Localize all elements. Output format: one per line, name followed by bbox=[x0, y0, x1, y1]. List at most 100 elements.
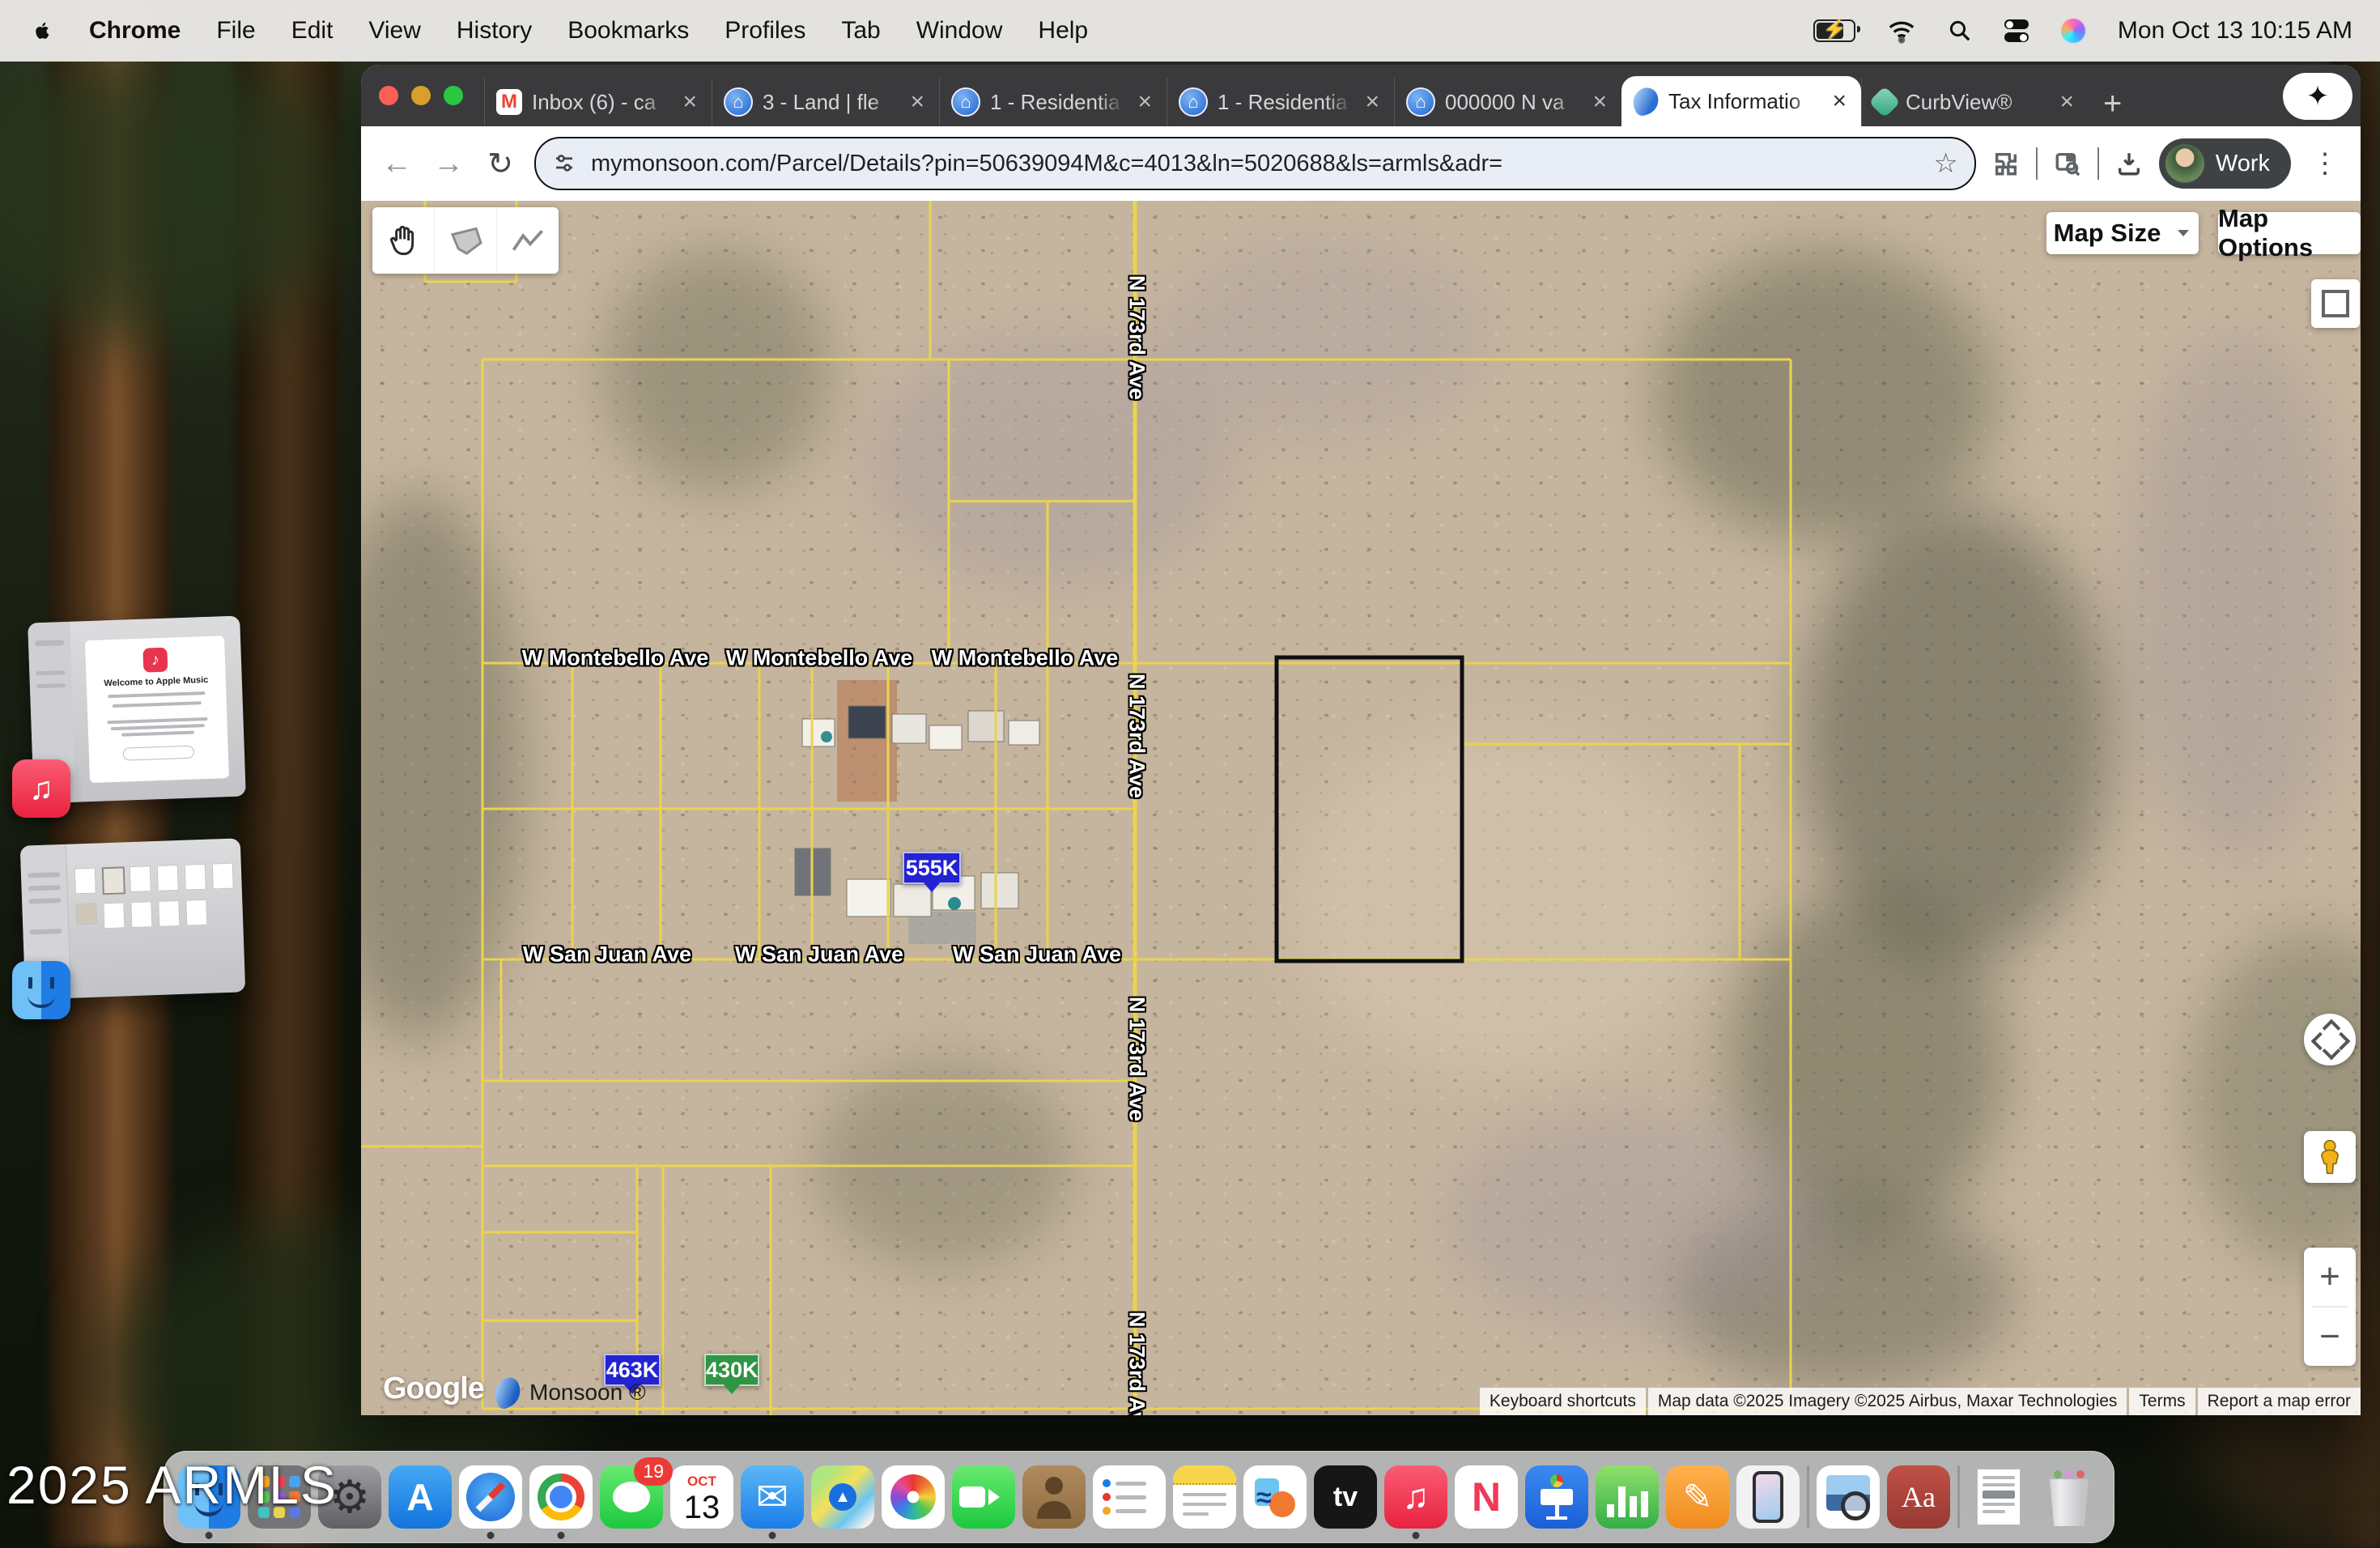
messages-badge: 19 bbox=[634, 1457, 673, 1486]
terms-link[interactable]: Terms bbox=[2129, 1388, 2195, 1415]
dock-recent-document-icon[interactable] bbox=[1967, 1465, 2030, 1529]
back-button[interactable]: ← bbox=[379, 147, 414, 181]
menu-item-bookmarks[interactable]: Bookmarks bbox=[567, 17, 689, 45]
minimize-window-button[interactable] bbox=[411, 86, 431, 105]
url-text[interactable]: mymonsoon.com/Parcel/Details?pin=5063909… bbox=[591, 151, 1919, 177]
dock-safari-icon[interactable] bbox=[459, 1465, 522, 1529]
price-marker-555k[interactable]: 555K bbox=[903, 852, 961, 884]
battery-icon[interactable]: ⚡ bbox=[1813, 19, 1855, 42]
dock-freeform-icon[interactable]: ≈ bbox=[1243, 1465, 1307, 1529]
address-bar[interactable]: mymonsoon.com/Parcel/Details?pin=5063909… bbox=[534, 137, 1976, 190]
dock-news-icon[interactable]: N bbox=[1455, 1465, 1518, 1529]
menu-clock[interactable]: Mon Oct 13 10:15 AM bbox=[2118, 17, 2352, 45]
finder-dock-badge-icon[interactable] bbox=[12, 961, 70, 1019]
tab-close-icon[interactable]: × bbox=[679, 88, 700, 116]
downloads-icon[interactable] bbox=[2115, 150, 2143, 177]
dock-mail-icon[interactable]: ✉ bbox=[741, 1465, 804, 1529]
close-window-button[interactable] bbox=[379, 86, 398, 105]
tab-close-icon[interactable]: × bbox=[1362, 88, 1383, 116]
dock-messages-icon[interactable]: 19 bbox=[600, 1465, 663, 1529]
keyboard-shortcuts-link[interactable]: Keyboard shortcuts bbox=[1480, 1388, 1646, 1415]
tab-close-icon[interactable]: × bbox=[907, 88, 928, 116]
parcel-map[interactable]: W Montebello Ave W Montebello Ave W Mont… bbox=[361, 201, 2361, 1415]
dock-numbers-icon[interactable] bbox=[1596, 1465, 1659, 1529]
fullscreen-button[interactable] bbox=[2311, 279, 2360, 328]
map-options-button[interactable]: Map Options bbox=[2218, 212, 2361, 254]
site-settings-icon[interactable] bbox=[552, 151, 576, 176]
street-view-pegman[interactable] bbox=[2304, 1131, 2356, 1183]
tab-close-icon[interactable]: × bbox=[1829, 87, 1850, 115]
reload-button[interactable]: ↻ bbox=[482, 146, 518, 182]
tab-close-icon[interactable]: × bbox=[1134, 88, 1155, 116]
draw-line-tool[interactable] bbox=[496, 207, 559, 274]
listing-pin-icon: ⌂ bbox=[1406, 87, 1435, 117]
siri-icon[interactable] bbox=[2061, 19, 2085, 43]
tab-land-search[interactable]: ⌂ 3 - Land | fle × bbox=[712, 78, 939, 126]
map-data-text: Map data ©2025 Imagery ©2025 Airbus, Max… bbox=[1648, 1388, 2127, 1415]
dock-separator bbox=[1957, 1465, 1960, 1529]
dock-app-store-icon[interactable]: A bbox=[389, 1465, 452, 1529]
menu-item-history[interactable]: History bbox=[457, 17, 532, 45]
dock-reminders-icon[interactable] bbox=[1093, 1465, 1166, 1529]
page-search-icon[interactable] bbox=[2054, 150, 2081, 177]
dock-iphone-mirroring-icon[interactable] bbox=[1736, 1465, 1800, 1529]
bookmark-star-icon[interactable]: ☆ bbox=[1933, 147, 1957, 180]
new-tab-button[interactable]: + bbox=[2103, 87, 2122, 120]
menu-item-edit[interactable]: Edit bbox=[291, 17, 334, 45]
tab-parcel-listing[interactable]: ⌂ 000000 N va × bbox=[1394, 78, 1621, 126]
google-logo[interactable]: Google bbox=[383, 1372, 484, 1406]
dock-photos-icon[interactable] bbox=[882, 1465, 945, 1529]
dock-maps-icon[interactable]: ▲ bbox=[811, 1465, 874, 1529]
zoom-out-button[interactable]: − bbox=[2304, 1308, 2356, 1366]
menu-item-profiles[interactable]: Profiles bbox=[725, 17, 805, 45]
dock-calendar-icon[interactable]: OCT 13 bbox=[670, 1465, 733, 1529]
menu-item-window[interactable]: Window bbox=[916, 17, 1003, 45]
menu-item-file[interactable]: File bbox=[216, 17, 255, 45]
dock-dictionary-icon[interactable]: Aa bbox=[1887, 1465, 1950, 1529]
dock-contacts-icon[interactable] bbox=[1022, 1465, 1086, 1529]
zoom-window-button[interactable] bbox=[444, 86, 463, 105]
wifi-icon[interactable] bbox=[1888, 17, 1915, 45]
dock-chrome-icon[interactable] bbox=[529, 1465, 593, 1529]
tab-inbox[interactable]: M Inbox (6) - ca × bbox=[484, 78, 712, 126]
dock-music-icon[interactable]: ♫ bbox=[1384, 1465, 1447, 1529]
dock-keynote-icon[interactable] bbox=[1525, 1465, 1588, 1529]
map-pan-control[interactable] bbox=[2304, 1014, 2356, 1065]
chrome-menu-icon[interactable]: ⋮ bbox=[2307, 147, 2343, 180]
toolbar-separator bbox=[2097, 147, 2099, 180]
price-marker-430k[interactable]: 430K bbox=[704, 1354, 759, 1386]
apple-menu-icon[interactable] bbox=[32, 19, 53, 43]
dock-pages-icon[interactable]: ✎ bbox=[1666, 1465, 1729, 1529]
parcel-lines-overlay bbox=[361, 201, 2361, 1415]
menu-app-name[interactable]: Chrome bbox=[89, 17, 181, 45]
menu-item-view[interactable]: View bbox=[368, 17, 420, 45]
menu-item-help[interactable]: Help bbox=[1038, 17, 1088, 45]
dock: ⚙ A 19 OCT 13 ✉ ▲ bbox=[164, 1451, 2114, 1543]
forward-button[interactable]: → bbox=[431, 147, 466, 181]
music-dock-badge-icon[interactable]: ♫ bbox=[12, 759, 70, 818]
menu-item-tab[interactable]: Tab bbox=[841, 17, 880, 45]
tab-label: 1 - Residentia bbox=[1218, 90, 1352, 115]
music-window-title: Welcome to Apple Music bbox=[87, 674, 226, 689]
tab-tax-information[interactable]: Tax Informatio × bbox=[1621, 76, 1861, 126]
tab-close-icon[interactable]: × bbox=[1589, 88, 1610, 116]
dock-facetime-icon[interactable] bbox=[952, 1465, 1015, 1529]
dock-preview-icon[interactable] bbox=[1817, 1465, 1880, 1529]
dock-notes-icon[interactable] bbox=[1173, 1465, 1236, 1529]
map-size-button[interactable]: Map Size bbox=[2046, 212, 2199, 254]
spotlight-search-icon[interactable] bbox=[1948, 19, 1972, 43]
extensions-icon[interactable] bbox=[1992, 150, 2020, 177]
tab-close-icon[interactable]: × bbox=[2056, 88, 2077, 116]
dock-tv-icon[interactable]: tv bbox=[1314, 1465, 1377, 1529]
report-map-error-link[interactable]: Report a map error bbox=[2198, 1388, 2361, 1415]
pan-hand-tool[interactable] bbox=[372, 207, 434, 274]
tab-residential-1[interactable]: ⌂ 1 - Residentia × bbox=[939, 78, 1167, 126]
sparkle-button[interactable]: ✦ bbox=[2283, 73, 2352, 120]
tab-residential-2[interactable]: ⌂ 1 - Residentia × bbox=[1167, 78, 1394, 126]
draw-polygon-tool[interactable] bbox=[434, 207, 496, 274]
zoom-in-button[interactable]: + bbox=[2304, 1248, 2356, 1306]
tab-curbview[interactable]: CurbView® × bbox=[1861, 78, 2089, 126]
control-center-icon[interactable] bbox=[2004, 19, 2029, 42]
profile-button[interactable]: Work bbox=[2159, 138, 2291, 189]
dock-trash-icon[interactable] bbox=[2038, 1465, 2101, 1529]
